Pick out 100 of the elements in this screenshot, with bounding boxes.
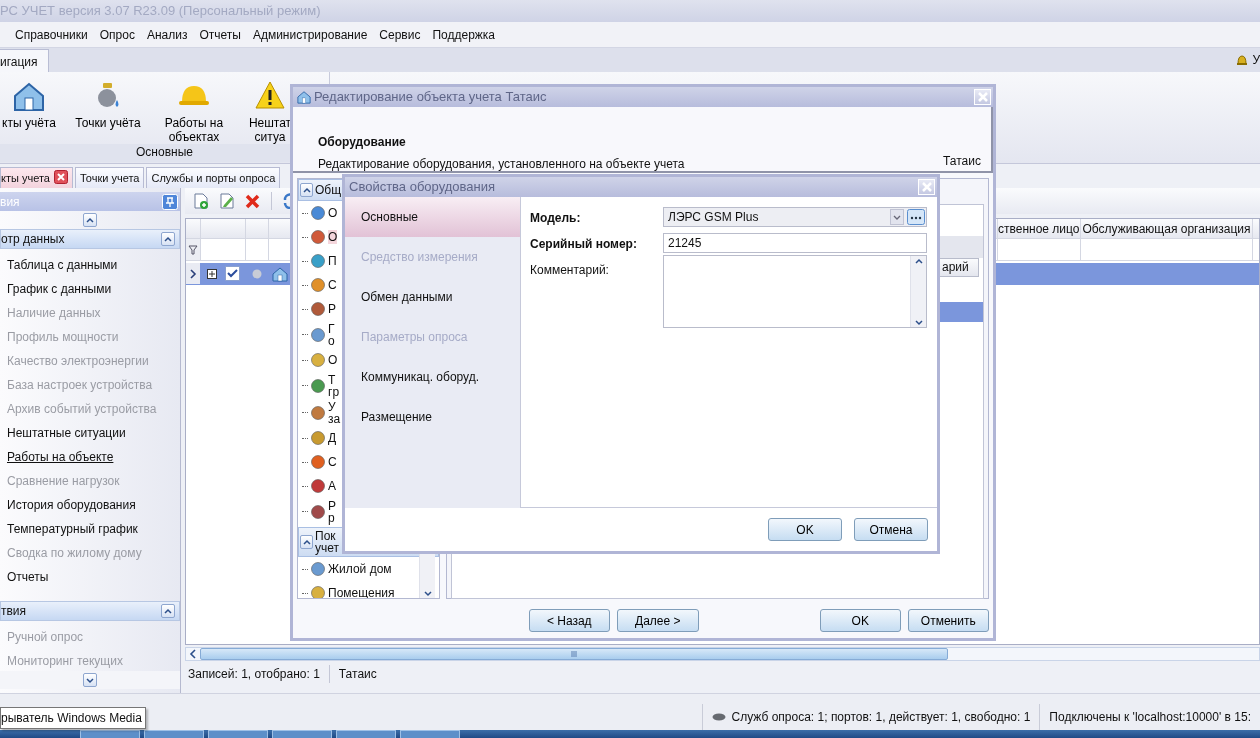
tree-item[interactable]: Р р: [328, 498, 336, 525]
tree-item[interactable]: П: [328, 254, 337, 268]
expand-icon[interactable]: [206, 268, 217, 279]
filter-button[interactable]: [186, 239, 201, 261]
collapse-button[interactable]: [161, 604, 175, 618]
section-tab[interactable]: Основные: [345, 197, 520, 237]
scroll-down-icon[interactable]: [422, 588, 433, 598]
filter-cell[interactable]: [201, 239, 246, 261]
scroll-up-button[interactable]: [83, 213, 97, 227]
column-header[interactable]: Обслуживающая организация: [1081, 219, 1253, 239]
tree-item[interactable]: О: [328, 230, 338, 244]
collapse-button[interactable]: [300, 183, 313, 197]
nav-link[interactable]: История оборудования: [0, 493, 180, 517]
dialog-button[interactable]: OK: [768, 518, 842, 541]
tree-item[interactable]: О: [328, 353, 338, 367]
column-header[interactable]: [201, 219, 246, 239]
document-tab[interactable]: Точки учета: [74, 167, 145, 188]
scroll-down-icon[interactable]: [913, 317, 924, 327]
scroll-left-icon[interactable]: [189, 649, 197, 659]
group-header[interactable]: твия: [1, 602, 27, 620]
nav-link[interactable]: Отчеты: [0, 565, 180, 589]
serial-number-field[interactable]: 21245: [663, 233, 927, 253]
comment-field[interactable]: [663, 255, 927, 328]
column-header[interactable]: ственное лицо: [998, 219, 1081, 239]
filter-cell[interactable]: [998, 239, 1081, 261]
menu-item[interactable]: Отчеты: [193, 25, 247, 44]
pin-icon[interactable]: [162, 193, 178, 210]
column-header[interactable]: [269, 219, 291, 239]
chevron-down-icon: [85, 675, 95, 685]
ribbon-button[interactable]: кты учёта: [0, 80, 58, 130]
taskbar-button[interactable]: [272, 730, 332, 738]
filter-icon[interactable]: [188, 244, 198, 255]
edit-icon[interactable]: [219, 193, 235, 209]
section-tab[interactable]: Размещение: [345, 397, 520, 437]
column-header[interactable]: арий: [939, 258, 979, 277]
add-document-icon[interactable]: [193, 193, 209, 209]
tree-item[interactable]: У за: [328, 399, 341, 426]
close-button[interactable]: [974, 89, 991, 105]
tree-item[interactable]: Д: [328, 431, 337, 445]
filter-cell[interactable]: [1081, 239, 1253, 261]
tree-item[interactable]: С: [328, 278, 337, 292]
group-header[interactable]: Пок учет: [315, 530, 340, 554]
menu-item[interactable]: Анализ: [140, 25, 194, 44]
node-icon: [310, 454, 326, 470]
dialog-button[interactable]: Отмена: [854, 518, 928, 541]
menu-item[interactable]: Опрос: [93, 25, 141, 44]
menu-item[interactable]: Администрирование: [246, 25, 374, 44]
column-header[interactable]: [186, 219, 201, 239]
close-button[interactable]: [918, 179, 935, 195]
taskbar-button[interactable]: [144, 730, 204, 738]
ribbon-button[interactable]: Нештат ситуа: [244, 80, 296, 144]
tree-item[interactable]: Т гр: [328, 372, 340, 399]
taskbar-button[interactable]: [336, 730, 396, 738]
nav-link[interactable]: Нештатные ситуации: [0, 421, 180, 445]
delete-icon[interactable]: [245, 193, 261, 209]
dialog-button[interactable]: OK: [820, 609, 901, 632]
collapse-button[interactable]: [300, 535, 313, 549]
menu-item[interactable]: Поддержка: [426, 25, 502, 44]
section-tab[interactable]: Обмен данными: [345, 277, 520, 317]
section-tab[interactable]: Коммуникац. оборуд.: [345, 357, 520, 397]
ribbon-tab[interactable]: игация: [0, 49, 49, 72]
ribbon-button[interactable]: Работы на объектах: [164, 80, 224, 144]
nav-link[interactable]: Работы на объекте: [0, 445, 180, 469]
group-header[interactable]: Общ: [315, 184, 342, 196]
column-header[interactable]: [246, 219, 269, 239]
taskbar-button[interactable]: [208, 730, 268, 738]
close-icon[interactable]: [53, 170, 68, 184]
document-tab[interactable]: Службы и порты опроса: [146, 167, 281, 188]
model-dropdown[interactable]: ЛЭРС GSM Plus: [663, 207, 927, 227]
checkbox[interactable]: [224, 266, 240, 281]
collapse-button[interactable]: [161, 232, 175, 246]
tree-item[interactable]: Жилой дом: [328, 562, 392, 576]
nav-link[interactable]: Таблица с данными: [0, 253, 180, 277]
menu-item[interactable]: Сервис: [373, 25, 427, 44]
ribbon-button[interactable]: Точки учёта: [68, 80, 148, 130]
nav-link[interactable]: Температурный график: [0, 517, 180, 541]
taskbar-button[interactable]: [400, 730, 460, 738]
dialog-button[interactable]: Далее >: [616, 609, 699, 632]
scrollbar-thumb[interactable]: [200, 648, 948, 660]
tree-item[interactable]: О: [328, 206, 338, 220]
node-icon: [310, 585, 326, 598]
node-icon: [310, 404, 326, 421]
user-label[interactable]: У: [1252, 51, 1260, 69]
horizontal-scrollbar[interactable]: [185, 647, 1260, 661]
nav-link[interactable]: График с данными: [0, 277, 180, 301]
document-tab[interactable]: кты учета: [0, 167, 73, 188]
filter-cell[interactable]: [246, 239, 269, 261]
node-icon: [310, 326, 326, 343]
menu-item[interactable]: Справочники: [9, 25, 94, 44]
scroll-up-icon[interactable]: [913, 256, 924, 266]
tree-item[interactable]: С: [328, 455, 337, 469]
scroll-down-button[interactable]: [83, 673, 97, 687]
tree-item[interactable]: Р: [328, 302, 336, 316]
tree-item[interactable]: Г о: [328, 321, 335, 348]
dialog-button[interactable]: < Назад: [529, 609, 610, 632]
ellipsis-button[interactable]: [907, 209, 925, 225]
dialog-button[interactable]: Отменить: [907, 609, 989, 632]
tree-item[interactable]: А: [328, 479, 336, 493]
taskbar-button[interactable]: [80, 730, 140, 738]
chevron-up-icon: [163, 606, 173, 616]
